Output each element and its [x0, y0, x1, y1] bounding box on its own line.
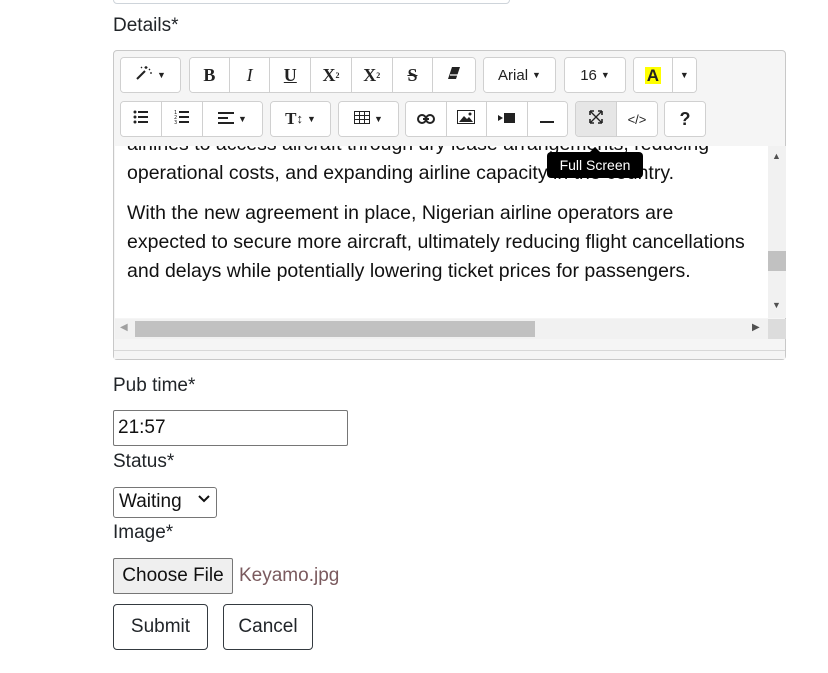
insert-group	[405, 101, 568, 137]
eraser-icon	[447, 66, 461, 84]
height-group: T ↕ ▼	[270, 101, 331, 137]
font-size-value: 16	[580, 66, 597, 84]
details-label: Details*	[113, 15, 179, 36]
font-name-value: Arial	[498, 66, 529, 84]
horizontal-rule-icon	[540, 111, 555, 128]
unordered-list-icon	[133, 110, 149, 128]
view-group: </>	[575, 101, 658, 137]
line-height-icon: ↕	[296, 111, 303, 126]
horizontal-rule-button[interactable]	[527, 102, 567, 136]
help-button[interactable]: ?	[665, 102, 705, 136]
cancel-button[interactable]: Cancel	[223, 604, 313, 650]
picture-icon	[457, 110, 476, 128]
status-select[interactable]: Waiting	[113, 487, 217, 518]
style-group: ▼	[120, 57, 181, 93]
editor-paragraph: airlines to access aircraft through dry …	[127, 146, 709, 184]
scroll-down-arrow-icon[interactable]: ▼	[772, 300, 781, 310]
scroll-left-arrow-icon[interactable]: ◀	[120, 322, 128, 333]
chevron-down-icon	[198, 491, 210, 507]
unordered-list-button[interactable]	[121, 102, 163, 136]
color-group: A ▼	[633, 57, 697, 93]
subscript-button[interactable]: X2	[351, 58, 393, 92]
pubtime-input[interactable]: 21:57	[113, 410, 348, 446]
bold-button[interactable]: B	[190, 58, 230, 92]
magic-icon	[135, 65, 153, 85]
underline-button[interactable]: U	[270, 58, 312, 92]
font-name-dropdown[interactable]: Arial ▼	[484, 58, 555, 92]
clear-format-button[interactable]	[433, 58, 475, 92]
table-group: ▼	[338, 101, 399, 137]
italic-button[interactable]: I	[229, 58, 271, 92]
align-icon	[217, 111, 234, 128]
video-icon	[497, 111, 516, 128]
font-size-dropdown[interactable]: 16 ▼	[565, 58, 625, 92]
font-size-group: 16 ▼	[564, 57, 626, 93]
code-view-button[interactable]: </>	[617, 102, 657, 136]
vertical-scrollbar[interactable]: ▲ ▼	[768, 146, 786, 318]
fullscreen-button[interactable]	[576, 102, 617, 136]
line-height-dropdown[interactable]: T ↕ ▼	[271, 102, 330, 136]
font-color-icon: A	[644, 65, 662, 85]
status-label: Status*	[113, 451, 175, 472]
link-icon	[416, 111, 435, 128]
strikethrough-button[interactable]: S	[392, 58, 434, 92]
align-dropdown-button[interactable]: ▼	[202, 102, 262, 136]
selected-file-name: Keyamo.jpg	[239, 565, 340, 586]
editor-content-area[interactable]: airlines to access aircraft through dry …	[115, 146, 768, 318]
style-dropdown-button[interactable]: ▼	[121, 58, 180, 92]
picture-button[interactable]	[446, 102, 487, 136]
ordered-list-button[interactable]: 123	[162, 102, 203, 136]
font-name-group: Arial ▼	[483, 57, 556, 93]
link-button[interactable]	[406, 102, 447, 136]
pubtime-label: Pub time*	[113, 375, 196, 396]
scroll-right-arrow-icon[interactable]: ▶	[752, 322, 760, 333]
help-group: ?	[664, 101, 706, 137]
choose-file-button[interactable]: Choose File	[113, 558, 233, 594]
table-icon	[354, 110, 371, 128]
svg-text:3: 3	[174, 120, 177, 125]
line-height-label: T	[285, 109, 297, 128]
image-label: Image*	[113, 522, 174, 543]
fullscreen-tooltip: Full Screen	[547, 147, 643, 178]
horizontal-scroll-thumb[interactable]	[135, 321, 535, 337]
vertical-scroll-thumb[interactable]	[768, 251, 786, 271]
editor-paragraph: With the new agreement in place, Nigeria…	[127, 202, 745, 282]
superscript-label: X	[322, 64, 336, 85]
font-color-button[interactable]: A	[634, 58, 673, 92]
horizontal-scrollbar[interactable]: ◀ ▶	[115, 319, 768, 339]
fullscreen-icon	[589, 110, 603, 128]
superscript-button[interactable]: X2	[311, 58, 352, 92]
editor-resize-bar[interactable]	[114, 350, 785, 359]
scrollbar-corner	[768, 319, 786, 339]
rich-text-editor: ▼ B I U X2 X2 S Arial ▼ 16 ▼ A ▼ 1 2 3 ▼…	[113, 50, 786, 360]
font-style-group: B I U X2 X2 S	[189, 57, 476, 93]
previous-input[interactable]	[113, 0, 510, 4]
table-dropdown-button[interactable]: ▼	[339, 102, 398, 136]
subscript-label: X	[363, 64, 377, 85]
scroll-up-arrow-icon[interactable]: ▲	[772, 151, 781, 161]
ordered-list-icon: 123	[174, 109, 190, 129]
status-selected-value: Waiting	[119, 491, 182, 512]
submit-button[interactable]: Submit	[113, 604, 208, 650]
paragraph-group: 123 ▼	[120, 101, 263, 137]
color-dropdown-button[interactable]: ▼	[672, 58, 696, 92]
video-button[interactable]	[487, 102, 528, 136]
